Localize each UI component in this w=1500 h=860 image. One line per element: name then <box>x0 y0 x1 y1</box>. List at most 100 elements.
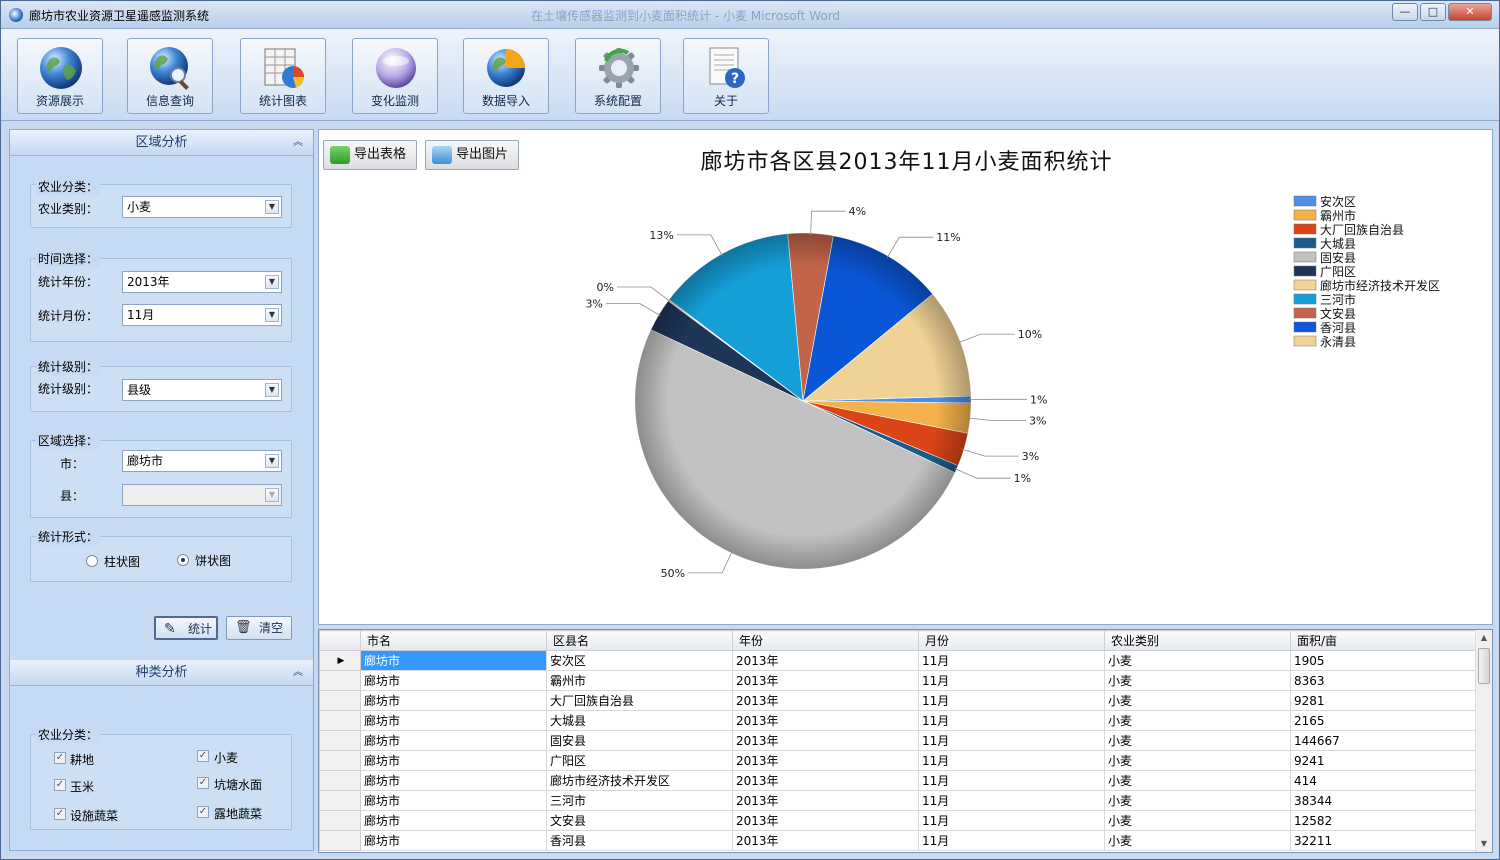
maximize-button[interactable]: □ <box>1420 3 1446 21</box>
table-cell[interactable]: 2013年 <box>732 710 919 731</box>
row-header[interactable] <box>319 670 361 691</box>
stat-button[interactable]: ✎ 统计 <box>154 616 218 640</box>
table-cell[interactable]: 2013年 <box>732 790 919 811</box>
toolbar-button-data-import[interactable]: 数据导入 <box>463 38 549 114</box>
table-cell[interactable]: 2013年 <box>732 810 919 831</box>
table-cell[interactable]: 大城县 <box>546 710 733 731</box>
table-cell[interactable]: 廊坊市 <box>360 770 547 791</box>
clear-button[interactable]: 🗑 清空 <box>226 616 292 640</box>
toolbar-button-system-config[interactable]: 系统配置 <box>575 38 661 114</box>
chevron-down-icon[interactable]: ▼ <box>265 383 279 397</box>
scroll-down-icon[interactable]: ▼ <box>1476 836 1492 852</box>
table-cell[interactable]: 小麦 <box>1104 650 1291 671</box>
table-cell[interactable]: 11月 <box>918 710 1105 731</box>
table-cell[interactable]: 2013年 <box>732 650 919 671</box>
table-cell[interactable]: 小麦 <box>1104 710 1291 731</box>
collapse-icon[interactable]: ︽ <box>293 660 303 686</box>
column-header-month[interactable]: 月份 <box>918 630 1105 651</box>
table-cell[interactable]: 霸州市 <box>546 670 733 691</box>
table-row[interactable]: 廊坊市 文安县 2013年 11月 小麦 12582 <box>319 810 1477 831</box>
checkbox-pond-water[interactable]: ✓ <box>197 777 209 789</box>
table-row[interactable]: 廊坊市 广阳区 2013年 11月 小麦 9241 <box>319 750 1477 771</box>
table-cell[interactable]: 文安县 <box>546 810 733 831</box>
table-cell[interactable]: 小麦 <box>1104 790 1291 811</box>
region-analysis-header[interactable]: 区域分析 ︽ <box>10 130 313 156</box>
table-cell[interactable]: 32211 <box>1290 830 1477 851</box>
table-cell[interactable]: 11月 <box>918 830 1105 851</box>
bar-chart-radio[interactable] <box>86 555 98 567</box>
table-cell[interactable]: 2013年 <box>732 770 919 791</box>
row-header[interactable] <box>319 770 361 791</box>
table-cell[interactable]: 小麦 <box>1104 830 1291 851</box>
column-header-city[interactable]: 市名 <box>360 630 547 651</box>
table-cell[interactable]: 廊坊市 <box>360 730 547 751</box>
table-cell[interactable]: 广阳区 <box>546 750 733 771</box>
column-header-year[interactable]: 年份 <box>732 630 919 651</box>
column-header-county[interactable]: 区县名 <box>546 630 733 651</box>
toolbar-button-about[interactable]: ? 关于 <box>683 38 769 114</box>
table-row[interactable]: 廊坊市 香河县 2013年 11月 小麦 32211 <box>319 830 1477 851</box>
vertical-scrollbar[interactable]: ▲ ▼ <box>1475 630 1492 852</box>
table-cell[interactable]: 小麦 <box>1104 670 1291 691</box>
table-cell[interactable]: 9281 <box>1290 690 1477 711</box>
column-header-agri-type[interactable]: 农业类别 <box>1104 630 1291 651</box>
table-cell[interactable]: 廊坊市 <box>360 810 547 831</box>
table-cell[interactable]: 安次区 <box>546 650 733 671</box>
checkbox-wheat[interactable]: ✓ <box>197 750 209 762</box>
table-row[interactable]: ▶ 廊坊市 安次区 2013年 11月 小麦 1905 <box>319 650 1477 671</box>
checkbox-corn[interactable]: ✓ <box>54 779 66 791</box>
table-cell[interactable]: 小麦 <box>1104 810 1291 831</box>
table-cell[interactable]: 11月 <box>918 690 1105 711</box>
table-cell[interactable]: 三河市 <box>546 790 733 811</box>
scroll-up-icon[interactable]: ▲ <box>1476 630 1492 646</box>
agri-type-select[interactable]: 小麦 ▼ <box>122 196 282 218</box>
table-cell[interactable]: 2013年 <box>732 670 919 691</box>
table-cell[interactable]: 2013年 <box>732 830 919 851</box>
row-header[interactable] <box>319 750 361 771</box>
table-cell[interactable]: 8363 <box>1290 670 1477 691</box>
collapse-icon[interactable]: ︽ <box>293 130 303 156</box>
table-cell[interactable]: 廊坊市 <box>360 750 547 771</box>
table-cell[interactable]: 11月 <box>918 670 1105 691</box>
chevron-down-icon[interactable]: ▼ <box>265 200 279 214</box>
table-cell[interactable]: 11月 <box>918 770 1105 791</box>
row-header[interactable] <box>319 810 361 831</box>
table-cell[interactable]: 廊坊市 <box>360 690 547 711</box>
chevron-down-icon[interactable]: ▼ <box>265 454 279 468</box>
toolbar-button-change-monitoring[interactable]: 变化监测 <box>352 38 438 114</box>
current-row-indicator-icon[interactable]: ▶ <box>319 650 361 671</box>
table-row[interactable]: 廊坊市 廊坊市经济技术开发区 2013年 11月 小麦 414 <box>319 770 1477 791</box>
toolbar-button-statistics-chart[interactable]: 统计图表 <box>240 38 326 114</box>
close-button[interactable]: ✕ <box>1448 3 1492 21</box>
table-cell[interactable]: 廊坊市经济技术开发区 <box>546 770 733 791</box>
table-row[interactable]: 廊坊市 固安县 2013年 11月 小麦 144667 <box>319 730 1477 751</box>
table-cell[interactable]: 廊坊市 <box>360 790 547 811</box>
table-cell[interactable]: 11月 <box>918 790 1105 811</box>
pie-chart-radio[interactable] <box>177 554 189 566</box>
level-select[interactable]: 县级 ▼ <box>122 379 282 401</box>
table-cell[interactable]: 144667 <box>1290 730 1477 751</box>
chevron-down-icon[interactable]: ▼ <box>265 488 279 502</box>
table-cell[interactable]: 11月 <box>918 810 1105 831</box>
checkbox-facility-vegetables[interactable]: ✓ <box>54 808 66 820</box>
chevron-down-icon[interactable]: ▼ <box>265 308 279 322</box>
table-cell[interactable]: 固安县 <box>546 730 733 751</box>
table-cell[interactable]: 2013年 <box>732 750 919 771</box>
table-cell[interactable]: 2013年 <box>732 730 919 751</box>
table-cell[interactable]: 414 <box>1290 770 1477 791</box>
table-cell[interactable]: 香河县 <box>546 830 733 851</box>
table-cell[interactable]: 2013年 <box>732 690 919 711</box>
table-cell[interactable]: 小麦 <box>1104 750 1291 771</box>
row-header[interactable] <box>319 710 361 731</box>
table-cell[interactable]: 廊坊市 <box>360 710 547 731</box>
toolbar-button-info-query[interactable]: 信息查询 <box>127 38 213 114</box>
column-header-area[interactable]: 面积/亩 <box>1290 630 1477 651</box>
row-header[interactable] <box>319 730 361 751</box>
table-cell[interactable]: 大厂回族自治县 <box>546 690 733 711</box>
table-cell[interactable]: 廊坊市 <box>360 670 547 691</box>
table-row[interactable]: 廊坊市 大城县 2013年 11月 小麦 2165 <box>319 710 1477 731</box>
month-select[interactable]: 11月 ▼ <box>122 304 282 326</box>
table-cell[interactable]: 2165 <box>1290 710 1477 731</box>
table-cell[interactable]: 廊坊市 <box>360 650 547 671</box>
table-cell[interactable]: 1905 <box>1290 650 1477 671</box>
